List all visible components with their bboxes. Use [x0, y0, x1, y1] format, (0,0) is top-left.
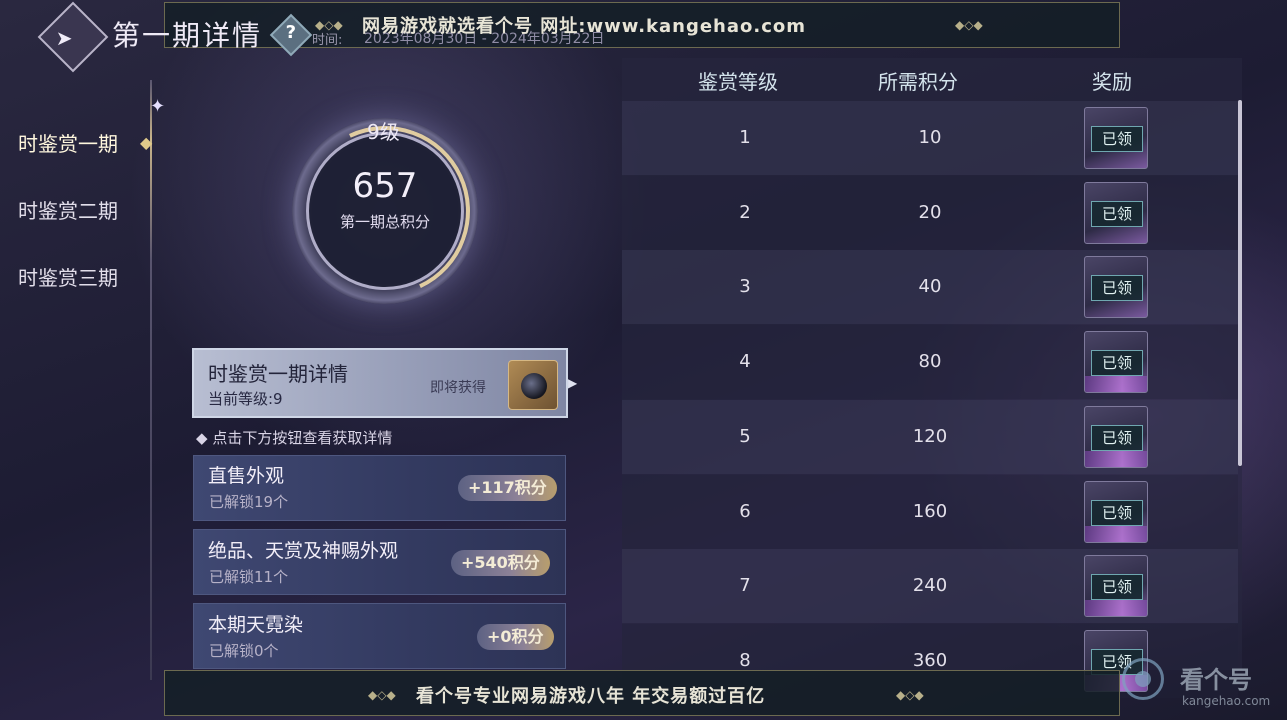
source-points-badge: +0积分: [477, 624, 554, 650]
table-scrollbar[interactable]: [1238, 100, 1242, 466]
time-label: 时间:: [312, 33, 343, 48]
active-marker-icon: ◆: [140, 133, 153, 152]
row-points: 120: [912, 426, 948, 447]
row-points: 40: [918, 276, 942, 297]
score-total: 657: [352, 166, 418, 206]
table-row: 6 160 已领: [622, 475, 1238, 549]
row-points: 20: [918, 202, 942, 223]
reward-slot[interactable]: 已领: [1084, 555, 1148, 617]
table-row: 1 10 已领: [622, 101, 1238, 175]
banner-deco-icon: ◆◇◆: [896, 688, 924, 702]
claimed-badge: 已领: [1091, 350, 1143, 376]
reward-wave-decoration: [1085, 376, 1147, 392]
page-title: 第一期详情: [112, 19, 263, 52]
reward-slot[interactable]: 已领: [1084, 107, 1148, 169]
reward-slot[interactable]: 已领: [1084, 481, 1148, 543]
source-unlocked: 已解锁19个: [209, 493, 289, 511]
row-points: 80: [918, 351, 942, 372]
source-points-badge: +540积分: [451, 550, 550, 576]
reward-slot[interactable]: 已领: [1084, 256, 1148, 318]
claimed-badge: 已领: [1091, 201, 1143, 227]
table-row: 7 240 已领: [622, 549, 1238, 623]
banner-deco-icon: ◆◇◆: [955, 18, 983, 32]
claimed-badge: 已领: [1091, 425, 1143, 451]
table-row: 4 80 已领: [622, 325, 1238, 399]
reward-wave-decoration: [1085, 451, 1147, 467]
watermark-url: kangehao.com: [1182, 694, 1271, 708]
row-points: 160: [912, 501, 948, 522]
period-card-title: 时鉴赏一期详情: [208, 362, 348, 386]
banner-deco-icon: ◆◇◆: [368, 688, 396, 702]
row-points: 240: [912, 575, 948, 596]
claimed-badge: 已领: [1091, 126, 1143, 152]
reward-slot[interactable]: 已领: [1084, 182, 1148, 244]
back-button[interactable]: ➤: [37, 1, 109, 73]
source-title: 绝品、天赏及神赐外观: [208, 540, 399, 562]
table-header-reward: 奖励: [1092, 70, 1132, 94]
reward-orb-icon: [521, 373, 547, 399]
table-header-points: 所需积分: [878, 70, 958, 94]
back-arrow-icon: ➤: [55, 25, 73, 50]
row-points: 360: [912, 650, 948, 671]
sidebar-item-period-1[interactable]: 时鉴赏一期: [18, 128, 118, 157]
table-header-level: 鉴赏等级: [698, 70, 778, 94]
claimed-badge: 已领: [1091, 275, 1143, 301]
score-label: 第一期总积分: [339, 213, 430, 231]
sparkle-icon: ✦: [150, 96, 166, 117]
question-icon: ?: [285, 22, 297, 44]
source-points-badge: +117积分: [458, 475, 557, 501]
source-unlocked: 已解锁11个: [209, 568, 289, 586]
source-title: 本期天霓染: [208, 614, 304, 636]
watermark-banner-top-text: 网易游戏就选看个号 网址:www.kangehao.com: [362, 16, 807, 37]
hint-text: ◆ 点击下方按钮查看获取详情: [196, 429, 393, 447]
reward-wave-decoration: [1085, 600, 1147, 616]
watermark-banner-bottom-text: 看个号专业网易游戏八年 年交易额过百亿: [416, 686, 766, 707]
reward-wave-decoration: [1085, 526, 1147, 542]
claimed-badge: 已领: [1091, 574, 1143, 600]
watermark-brand: 看个号: [1180, 666, 1252, 694]
chevron-right-icon: ▶: [568, 376, 578, 390]
table-row: 3 40 已领: [622, 250, 1238, 324]
claimed-badge: 已领: [1091, 500, 1143, 526]
coming-soon-label: 即将获得: [430, 380, 486, 396]
table-row: 5 120 已领: [622, 400, 1238, 474]
score-level: 9级: [367, 120, 400, 144]
sidebar-divider: [150, 80, 152, 680]
sidebar-item-period-3[interactable]: 时鉴赏三期: [18, 262, 118, 291]
row-points: 10: [918, 127, 942, 148]
reward-slot[interactable]: 已领: [1084, 406, 1148, 468]
source-title: 直售外观: [208, 465, 285, 487]
hint-label: 点击下方按钮查看获取详情: [212, 429, 393, 447]
next-reward-item[interactable]: [508, 360, 558, 410]
reward-slot[interactable]: 已领: [1084, 331, 1148, 393]
sidebar-item-period-2[interactable]: 时鉴赏二期: [18, 195, 118, 224]
period-current-level: 当前等级:9: [208, 390, 283, 408]
source-unlocked: 已解锁0个: [209, 642, 279, 660]
watermark-logo-icon: [1122, 658, 1164, 700]
table-row: 2 20 已领: [622, 176, 1238, 250]
